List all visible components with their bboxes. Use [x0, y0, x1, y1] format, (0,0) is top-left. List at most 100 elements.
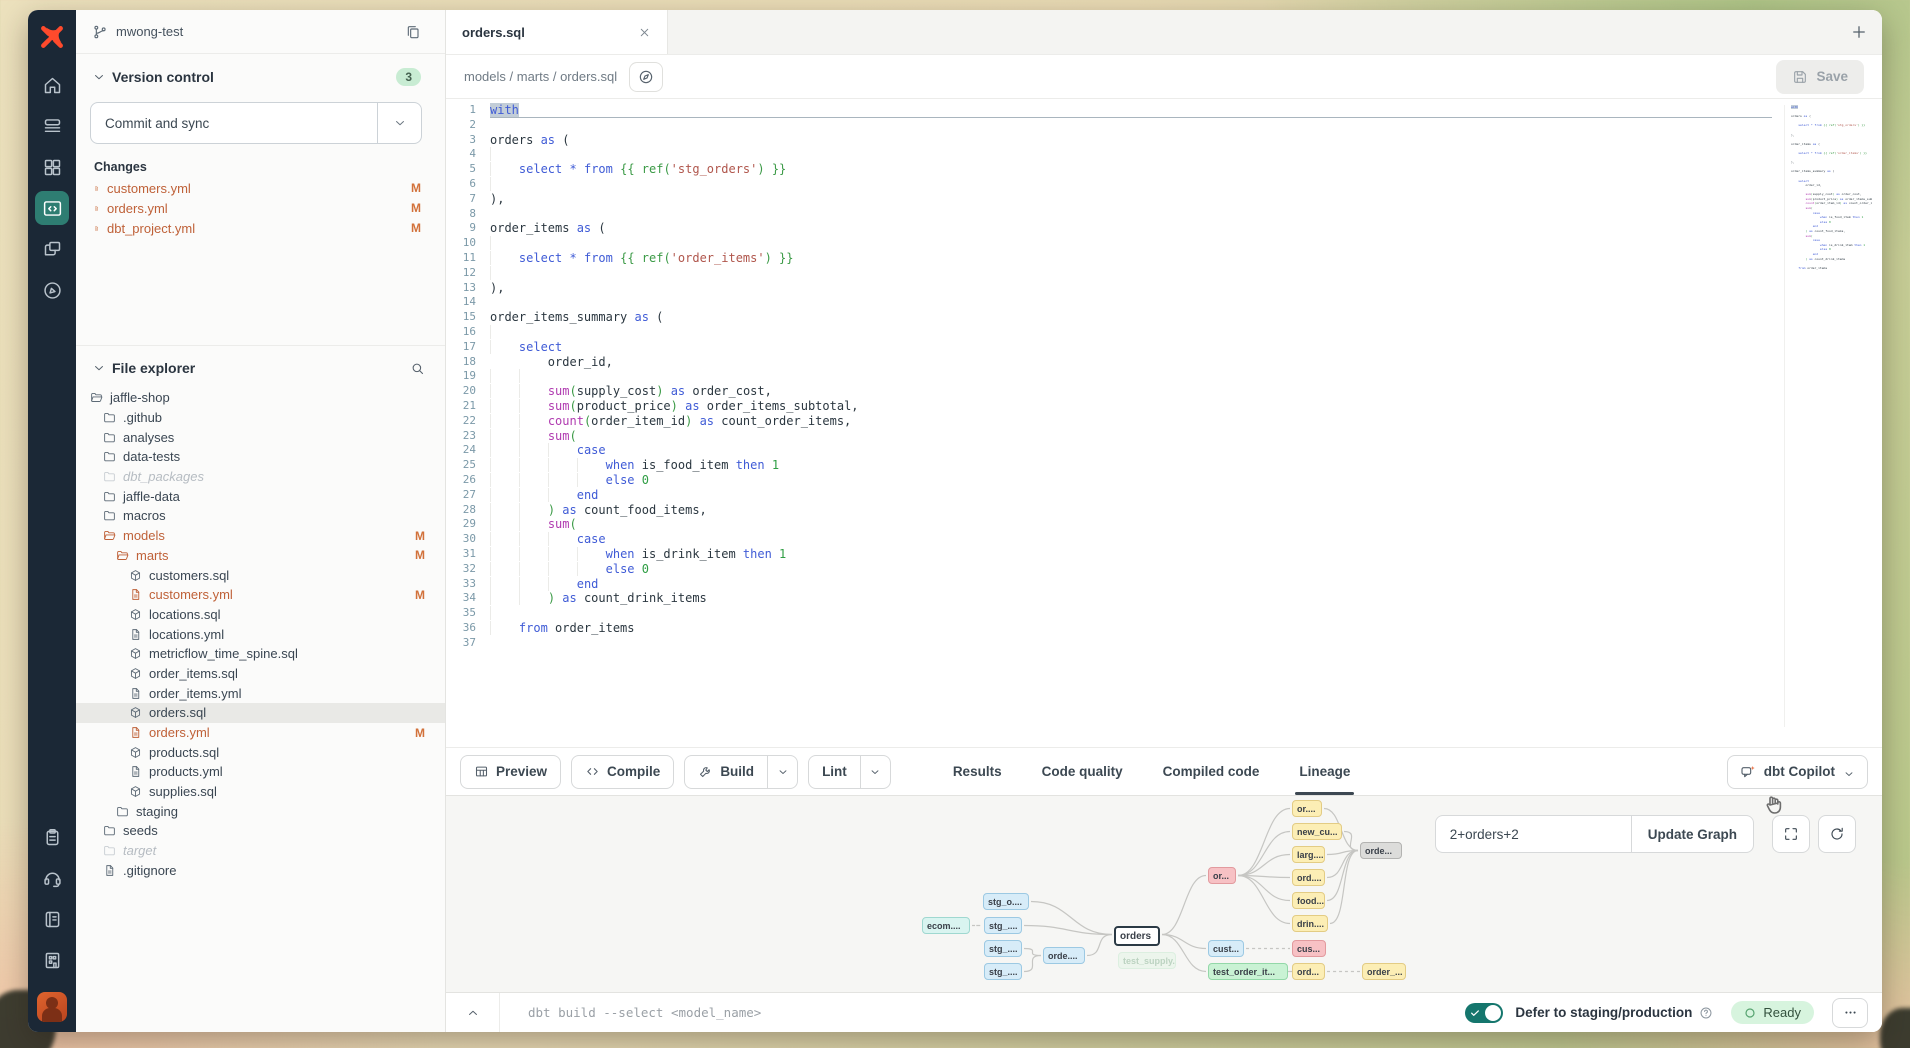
button-label: Compile — [607, 764, 660, 779]
code-line: 20 sum(supply_cost) as order_cost, — [446, 384, 1772, 399]
lineage-node-or[interactable]: or... — [1208, 867, 1236, 884]
lineage-node-stg-o[interactable]: stg_o.... — [983, 893, 1029, 910]
panel-tab-compiled-code[interactable]: Compiled code — [1163, 748, 1260, 795]
search-icon[interactable] — [410, 361, 425, 376]
lineage-node-or[interactable]: or.... — [1292, 800, 1322, 817]
nav-home[interactable] — [35, 68, 69, 102]
code-editor[interactable]: 1with23orders as (4 5 select * from {{ r… — [446, 99, 1882, 747]
tree-item-dbt-packages[interactable]: dbt_packages — [76, 467, 445, 487]
file-explorer-header[interactable]: File explorer — [76, 346, 445, 384]
lineage-node-new-cu[interactable]: new_cu... — [1292, 823, 1342, 840]
compile-button[interactable]: Compile — [571, 755, 674, 789]
tree-item-github[interactable]: .github — [76, 408, 445, 428]
lineage-node-cus[interactable]: cus... — [1292, 940, 1326, 957]
lint-button[interactable]: Lint — [808, 755, 891, 789]
lineage-canvas[interactable]: ecom.... stg_o.... stg_.... stg_.... stg_...… — [446, 795, 1882, 992]
lineage-node-ord[interactable]: ord... — [1292, 963, 1325, 980]
nav-develop[interactable] — [35, 191, 69, 225]
panel-tab-results[interactable]: Results — [953, 748, 1002, 795]
tree-item-analyses[interactable]: analyses — [76, 427, 445, 447]
lineage-selector-input[interactable]: 2+orders+2 — [1435, 815, 1631, 853]
lineage-node-test-supply[interactable]: test_supply... — [1118, 952, 1176, 969]
tree-item-metricflow-time-spine-sql[interactable]: metricflow_time_spine.sql — [76, 644, 445, 664]
tree-item-data-tests[interactable]: data-tests — [76, 447, 445, 467]
tree-item-order-items-yml[interactable]: order_items.yml — [76, 683, 445, 703]
lineage-node-order[interactable]: order_... — [1362, 963, 1406, 980]
tree-item-marts[interactable]: martsM — [76, 546, 445, 566]
lineage-node-stg[interactable]: stg_.... — [984, 963, 1022, 980]
tree-item-orders-sql[interactable]: orders.sql — [76, 703, 445, 723]
tree-item-models[interactable]: modelsM — [76, 526, 445, 546]
tree-item-jaffle-data[interactable]: jaffle-data — [76, 486, 445, 506]
line-source: from order_items — [490, 621, 1772, 636]
lineage-node-cust[interactable]: cust... — [1208, 940, 1244, 957]
fullscreen-button[interactable] — [1772, 815, 1810, 853]
lineage-node-test-order-it[interactable]: test_order_it... — [1208, 963, 1288, 980]
code-token: * — [570, 251, 577, 265]
tree-item-products-sql[interactable]: products.sql — [76, 742, 445, 762]
editor-minimap[interactable]: withorders as ( select * from {{ ref('st… — [1784, 105, 1872, 727]
save-button[interactable]: Save — [1776, 60, 1864, 94]
tree-item-order-items-sql[interactable]: order_items.sql — [76, 664, 445, 684]
tree-item-jaffle-shop[interactable]: jaffle-shop — [76, 388, 445, 408]
commit-and-sync-button[interactable]: Commit and sync — [90, 102, 422, 144]
nav-catalog[interactable] — [35, 943, 69, 977]
tree-item-supplies-sql[interactable]: supplies.sql — [76, 782, 445, 802]
lineage-node-orde[interactable]: orde.... — [1043, 947, 1085, 964]
nav-orchestrate[interactable] — [35, 273, 69, 307]
lineage-node-stg[interactable]: stg_.... — [984, 917, 1022, 934]
more-options-button[interactable] — [1832, 998, 1868, 1028]
lineage-node-orde[interactable]: orde... — [1360, 842, 1402, 859]
changed-file-customers-yml[interactable]: customers.ymlM — [76, 178, 445, 198]
lineage-node-orders[interactable]: orders — [1114, 926, 1160, 946]
tab-orders-sql[interactable]: orders.sql — [446, 10, 668, 54]
tree-item-locations-yml[interactable]: locations.yml — [76, 624, 445, 644]
panel-tab-lineage[interactable]: Lineage — [1299, 748, 1350, 795]
nav-dashboard[interactable] — [35, 150, 69, 184]
panel-tab-code-quality[interactable]: Code quality — [1042, 748, 1123, 795]
update-graph-button[interactable]: Update Graph — [1631, 815, 1754, 853]
tree-item-customers-sql[interactable]: customers.sql — [76, 565, 445, 585]
changed-file-dbt-project-yml[interactable]: dbt_project.ymlM — [76, 218, 445, 238]
user-avatar[interactable] — [37, 992, 67, 1022]
nav-environments[interactable] — [35, 109, 69, 143]
tree-item-gitignore[interactable]: .gitignore — [76, 861, 445, 881]
new-tab-button[interactable] — [1836, 10, 1882, 54]
preview-button[interactable]: Preview — [460, 755, 561, 789]
build-options-dropdown[interactable] — [767, 756, 797, 788]
code-token: from — [584, 162, 613, 176]
lineage-node-food[interactable]: food.... — [1292, 892, 1325, 909]
lineage-node-drin[interactable]: drin.... — [1292, 915, 1328, 932]
lint-options-dropdown[interactable] — [860, 756, 890, 788]
lineage-node-larg[interactable]: larg.... — [1292, 846, 1325, 863]
nav-deploy[interactable] — [35, 232, 69, 266]
copy-icon[interactable] — [405, 24, 429, 40]
nav-logo[interactable] — [35, 20, 69, 54]
tree-item-customers-yml[interactable]: customers.ymlM — [76, 585, 445, 605]
open-lineage-focus-button[interactable] — [629, 62, 663, 92]
tree-item-orders-yml[interactable]: orders.ymlM — [76, 723, 445, 743]
version-control-header[interactable]: Version control 3 — [76, 54, 445, 94]
refresh-graph-button[interactable] — [1818, 815, 1856, 853]
tree-item-products-yml[interactable]: products.yml — [76, 762, 445, 782]
tree-item-locations-sql[interactable]: locations.sql — [76, 605, 445, 625]
command-input[interactable]: dbt build --select <model_name> — [528, 1005, 1465, 1020]
defer-toggle[interactable] — [1465, 1003, 1503, 1023]
changed-file-orders-yml[interactable]: orders.ymlM — [76, 198, 445, 218]
build-button[interactable]: Build — [684, 755, 798, 789]
collapse-panel-button[interactable] — [446, 993, 500, 1032]
nav-support[interactable] — [35, 861, 69, 895]
tree-item-target[interactable]: target — [76, 841, 445, 861]
tree-item-staging[interactable]: staging — [76, 801, 445, 821]
lineage-node-ord[interactable]: ord.... — [1292, 869, 1325, 886]
nav-tasks[interactable] — [35, 820, 69, 854]
commit-options-dropdown[interactable] — [377, 103, 421, 143]
tree-item-macros[interactable]: macros — [76, 506, 445, 526]
close-icon[interactable] — [638, 26, 651, 39]
dbt-copilot-button[interactable]: dbt Copilot — [1727, 755, 1868, 789]
nav-docs[interactable] — [35, 902, 69, 936]
help-icon[interactable] — [1699, 1006, 1713, 1020]
lineage-node-ecom[interactable]: ecom.... — [922, 917, 970, 934]
tree-item-seeds[interactable]: seeds — [76, 821, 445, 841]
lineage-node-stg[interactable]: stg_.... — [984, 940, 1022, 957]
